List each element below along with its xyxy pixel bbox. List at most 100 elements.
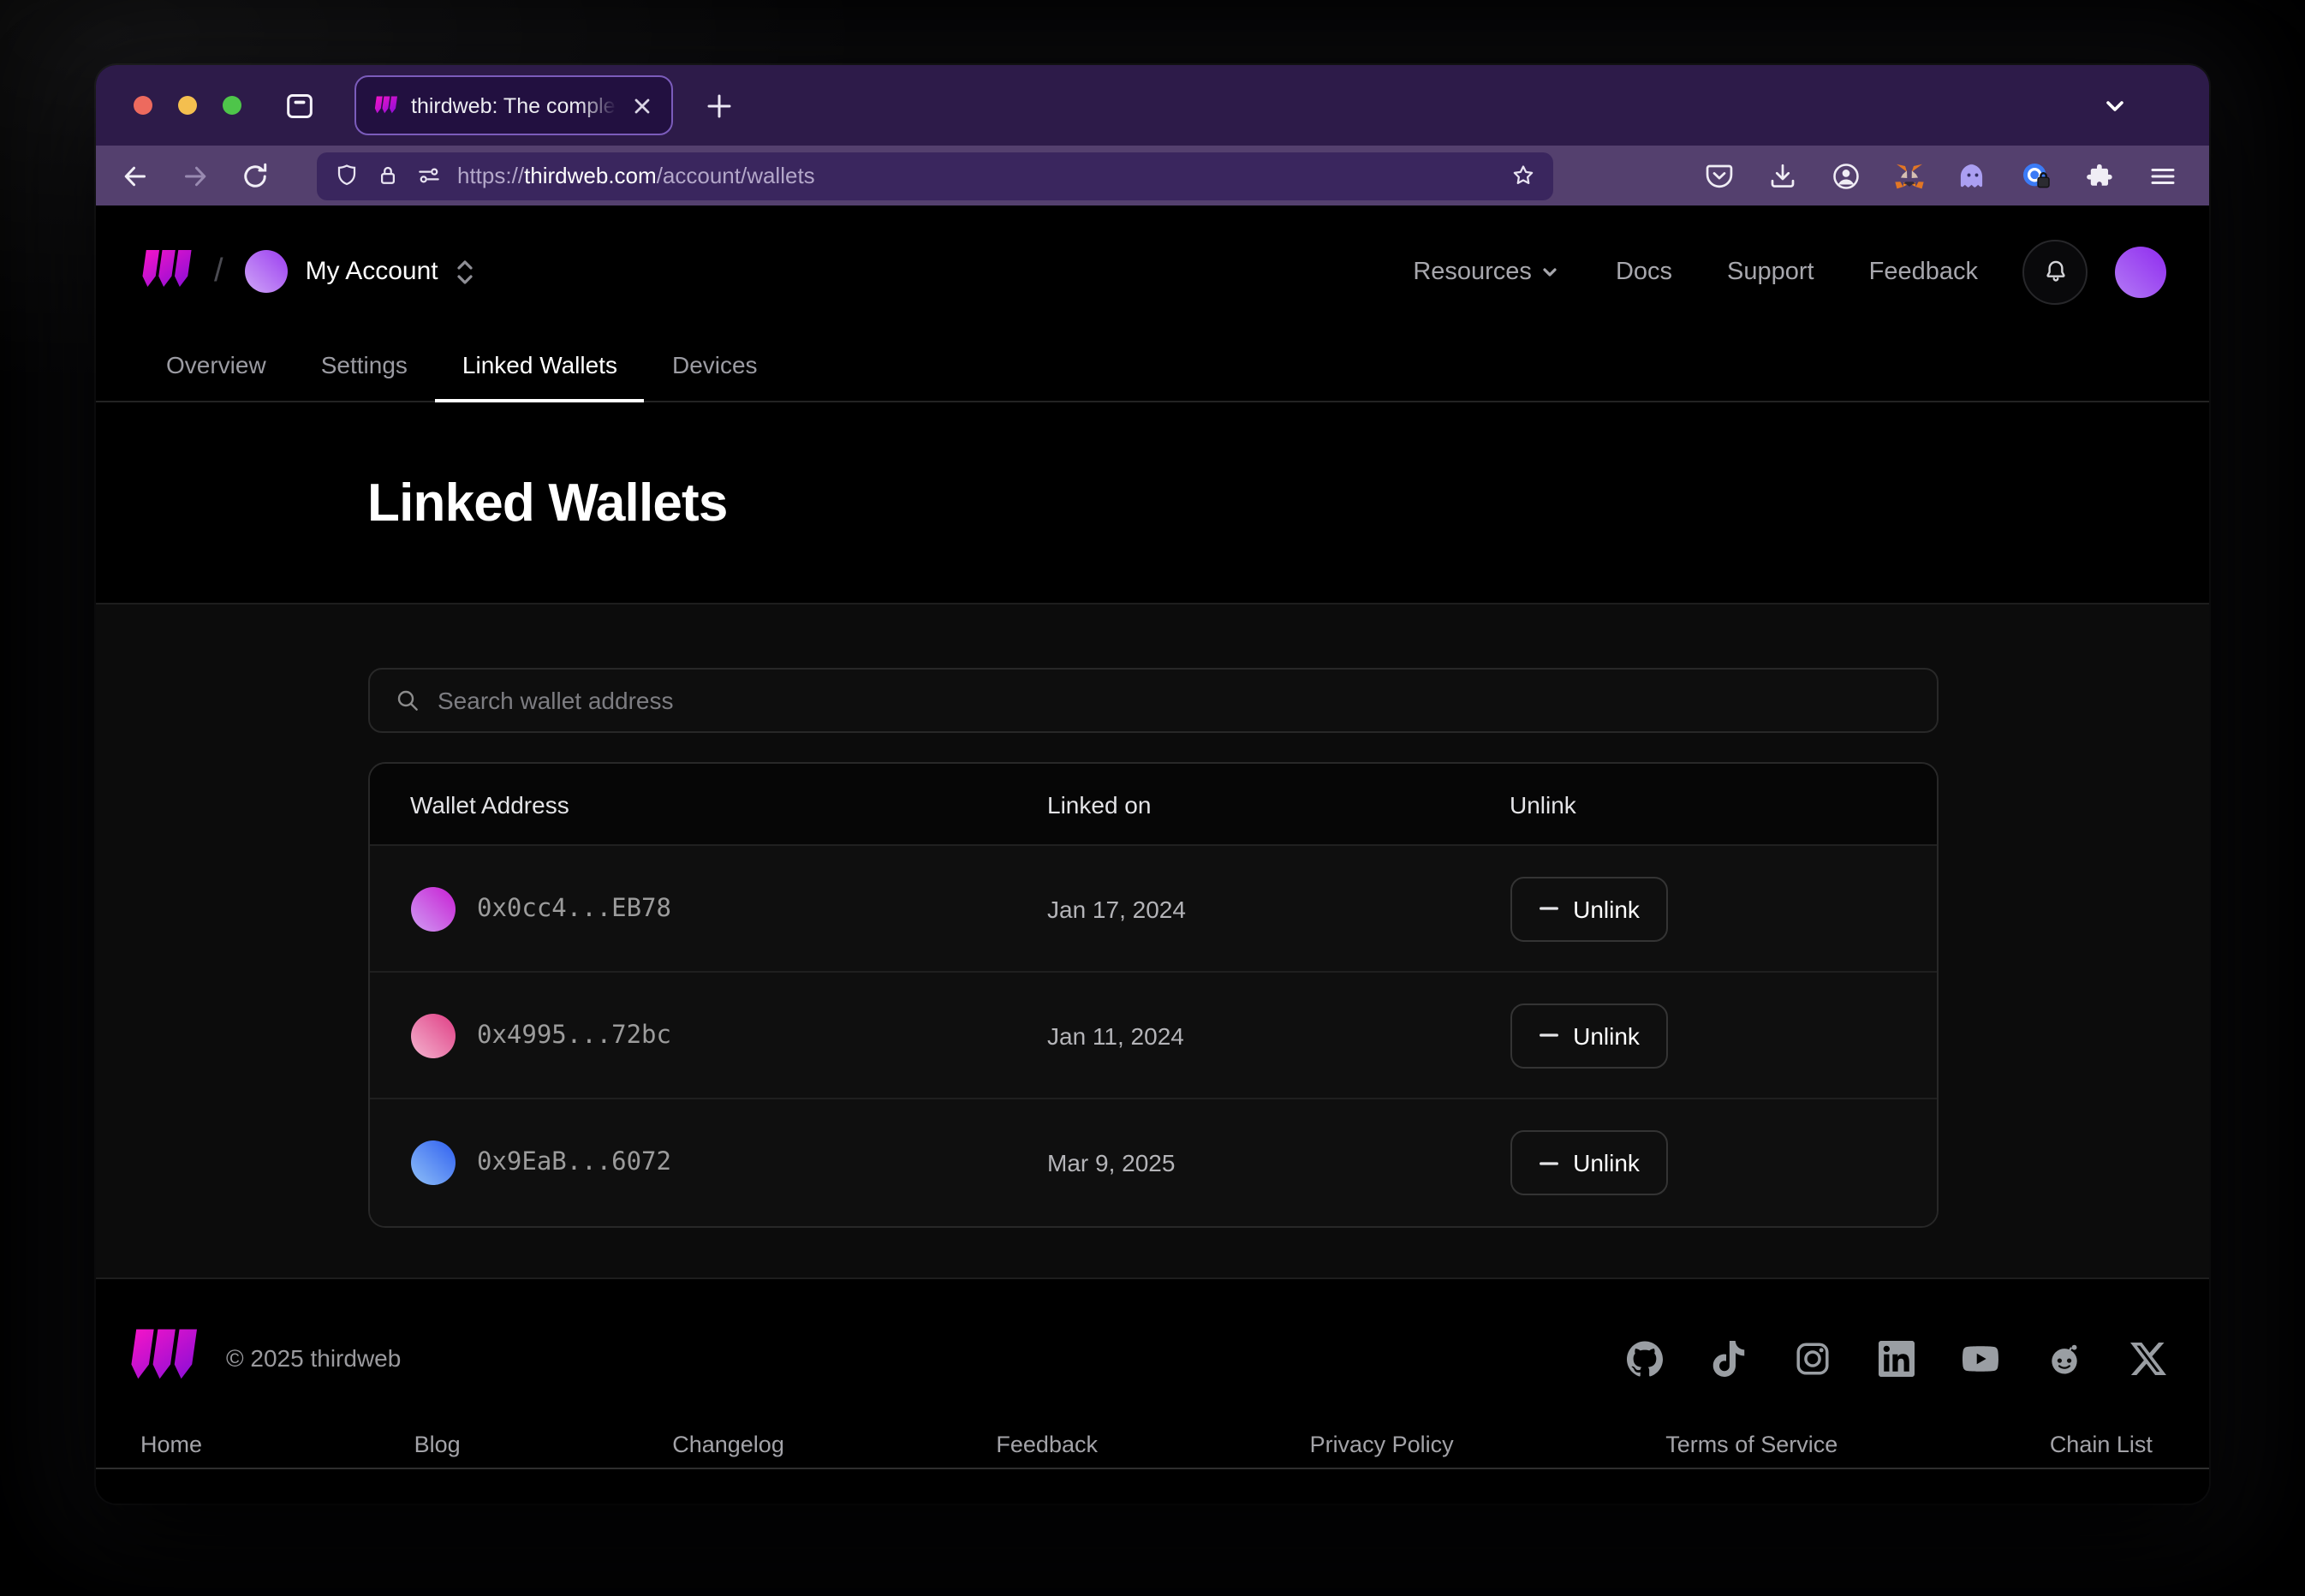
downloads-icon[interactable] bbox=[1767, 160, 1798, 191]
bell-icon bbox=[2040, 257, 2070, 286]
thirdweb-logo bbox=[127, 1329, 197, 1387]
nav-resources[interactable]: Resources bbox=[1413, 258, 1561, 285]
wallet-address: 0x9EaB...6072 bbox=[477, 1149, 671, 1176]
menu-hamburger-icon[interactable] bbox=[2147, 160, 2178, 191]
youtube-icon[interactable] bbox=[1963, 1340, 1998, 1376]
metamask-icon[interactable] bbox=[1894, 160, 1925, 191]
profile-avatar[interactable] bbox=[2115, 246, 2166, 297]
footer-link-home[interactable]: Home bbox=[140, 1432, 202, 1457]
tab-settings[interactable]: Settings bbox=[294, 351, 435, 401]
account-name[interactable]: My Account bbox=[306, 257, 438, 286]
copyright-text: © 2025 thirdweb bbox=[226, 1344, 401, 1372]
zoom-window-button[interactable] bbox=[223, 96, 241, 115]
wallet-address: 0x4995...72bc bbox=[477, 1021, 671, 1049]
pocket-icon[interactable] bbox=[1704, 160, 1735, 191]
list-all-tabs-chevron[interactable] bbox=[2100, 90, 2130, 121]
minus-icon bbox=[1537, 1152, 1559, 1174]
instagram-icon[interactable] bbox=[1795, 1340, 1831, 1376]
notifications-button[interactable] bbox=[2022, 239, 2088, 304]
firefox-view-icon[interactable] bbox=[283, 88, 317, 122]
close-window-button[interactable] bbox=[134, 96, 152, 115]
search-icon bbox=[393, 687, 420, 714]
site-footer: © 2025 thirdweb Home Blog Changelog bbox=[96, 1277, 2209, 1457]
new-tab-button[interactable] bbox=[704, 90, 735, 121]
linked-on-date: Jan 17, 2024 bbox=[1047, 895, 1510, 922]
browser-tab[interactable]: thirdweb: The complete web3 dev bbox=[354, 75, 673, 135]
footer-link-privacy-policy[interactable]: Privacy Policy bbox=[1310, 1432, 1454, 1457]
nav-feedback[interactable]: Feedback bbox=[1869, 258, 1978, 285]
unlink-button[interactable]: Unlink bbox=[1510, 1003, 1667, 1068]
account-switcher-chevrons-icon[interactable] bbox=[454, 258, 476, 285]
url-bar[interactable]: https://thirdweb.com/account/wallets bbox=[317, 152, 1553, 200]
footer-link-chain-list[interactable]: Chain List bbox=[2050, 1432, 2153, 1457]
unlink-button[interactable]: Unlink bbox=[1510, 876, 1667, 941]
table-row: 0x4995...72bc Jan 11, 2024 Unlink bbox=[369, 973, 1936, 1099]
desktop-background: thirdweb: The complete web3 dev bbox=[0, 0, 2305, 1596]
main-content: Wallet Address Linked on Unlink 0x0cc4..… bbox=[96, 604, 2209, 1277]
tab-overview[interactable]: Overview bbox=[139, 351, 294, 401]
reload-button[interactable] bbox=[240, 160, 271, 191]
tab-linked-wallets[interactable]: Linked Wallets bbox=[435, 351, 645, 401]
wallet-avatar bbox=[410, 1140, 455, 1185]
wallet-cell: 0x0cc4...EB78 bbox=[369, 886, 1047, 931]
minimize-window-button[interactable] bbox=[178, 96, 197, 115]
account-tabs: Overview Settings Linked Wallets Devices bbox=[96, 337, 2209, 402]
extensions-puzzle-icon[interactable] bbox=[2084, 160, 2115, 191]
table-row: 0x9EaB...6072 Mar 9, 2025 Unlink bbox=[369, 1099, 1936, 1226]
tab-devices[interactable]: Devices bbox=[645, 351, 785, 401]
footer-link-feedback[interactable]: Feedback bbox=[996, 1432, 1098, 1457]
thirdweb-logo[interactable] bbox=[139, 250, 192, 293]
unlink-button[interactable]: Unlink bbox=[1510, 1130, 1667, 1195]
wallet-search[interactable] bbox=[367, 668, 1938, 733]
close-tab-icon[interactable] bbox=[630, 93, 654, 117]
nav-support[interactable]: Support bbox=[1727, 258, 1814, 285]
tracking-protection-shield-icon[interactable] bbox=[334, 163, 360, 188]
phantom-icon[interactable] bbox=[1957, 160, 1988, 191]
minus-icon bbox=[1537, 897, 1559, 920]
footer-link-terms-of-service[interactable]: Terms of Service bbox=[1665, 1432, 1837, 1457]
lock-icon[interactable] bbox=[375, 163, 401, 188]
page-viewport: / My Account Resources Docs Support Feed… bbox=[96, 205, 2209, 1469]
browser-tab-bar: thirdweb: The complete web3 dev bbox=[96, 65, 2209, 146]
breadcrumb-separator: / bbox=[214, 253, 223, 290]
wallet-avatar bbox=[410, 1013, 455, 1057]
col-linked-on: Linked on bbox=[1047, 790, 1510, 818]
account-icon[interactable] bbox=[1831, 160, 1861, 191]
tiktok-icon[interactable] bbox=[1711, 1340, 1747, 1376]
wallet-cell: 0x4995...72bc bbox=[369, 1013, 1047, 1057]
x-icon[interactable] bbox=[2130, 1340, 2166, 1376]
col-wallet-address: Wallet Address bbox=[369, 790, 1047, 818]
linked-on-date: Mar 9, 2025 bbox=[1047, 1149, 1510, 1176]
tab-title: thirdweb: The complete web3 dev bbox=[411, 93, 616, 117]
thirdweb-favicon bbox=[373, 95, 397, 116]
bookmark-star-icon[interactable] bbox=[1510, 163, 1536, 188]
wallet-address: 0x0cc4...EB78 bbox=[477, 895, 671, 922]
wallet-avatar bbox=[410, 886, 455, 931]
social-links bbox=[1627, 1340, 2166, 1376]
footer-links: Home Blog Changelog Feedback Privacy Pol… bbox=[127, 1432, 2166, 1457]
forward-button[interactable] bbox=[180, 160, 211, 191]
url-path: /account/wallets bbox=[657, 163, 815, 188]
table-header: Wallet Address Linked on Unlink bbox=[369, 764, 1936, 846]
footer-link-blog[interactable]: Blog bbox=[414, 1432, 461, 1457]
permissions-icon[interactable] bbox=[416, 163, 442, 188]
footer-link-changelog[interactable]: Changelog bbox=[672, 1432, 784, 1457]
back-button[interactable] bbox=[120, 160, 151, 191]
minus-icon bbox=[1537, 1024, 1559, 1046]
account-avatar[interactable] bbox=[246, 250, 289, 293]
site-header: / My Account Resources Docs Support Feed… bbox=[96, 205, 2209, 337]
col-unlink: Unlink bbox=[1510, 790, 1936, 818]
nav-docs[interactable]: Docs bbox=[1616, 258, 1672, 285]
linkedin-icon[interactable] bbox=[1879, 1340, 1915, 1376]
github-icon[interactable] bbox=[1627, 1340, 1663, 1376]
linked-on-date: Jan 11, 2024 bbox=[1047, 1021, 1510, 1049]
chevron-down-icon bbox=[1540, 261, 1561, 282]
onepassword-icon[interactable] bbox=[2021, 160, 2052, 191]
browser-window: thirdweb: The complete web3 dev bbox=[96, 65, 2209, 1504]
reddit-icon[interactable] bbox=[2046, 1340, 2082, 1376]
site-nav: Resources Docs Support Feedback bbox=[1358, 239, 2166, 304]
window-bottom-strip bbox=[96, 1469, 2209, 1504]
url-scheme: https:// bbox=[457, 163, 524, 188]
search-input[interactable] bbox=[438, 687, 1912, 714]
url-text: https://thirdweb.com/account/wallets bbox=[457, 163, 1495, 188]
